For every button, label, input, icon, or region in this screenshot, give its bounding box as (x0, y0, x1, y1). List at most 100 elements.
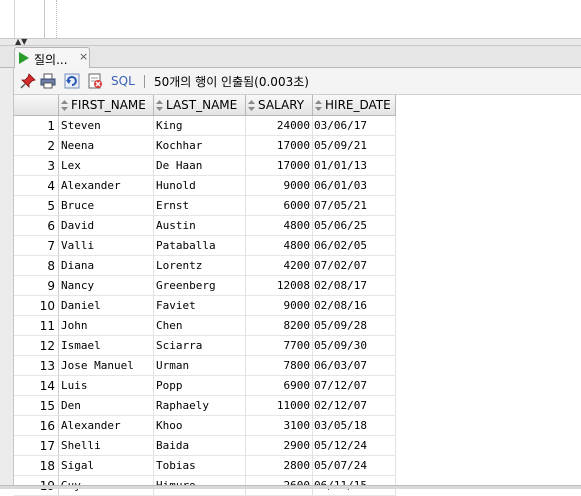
table-row[interactable]: 14 Luis Popp 6900 07/12/07 (14, 376, 396, 396)
result-grid[interactable]: FIRST_NAME LAST_NAME SALARY HIRE_DATE 1S… (14, 94, 581, 496)
column-header-first-name[interactable]: FIRST_NAME (59, 95, 154, 115)
pane-splitter[interactable] (0, 38, 581, 46)
cell-hire-date[interactable]: 02/08/16 (313, 296, 396, 316)
cell-first-name[interactable]: Sigal (59, 456, 154, 476)
cell-last-name[interactable]: Ernst (154, 196, 246, 216)
cell-salary[interactable]: 4200 (246, 256, 313, 276)
table-row[interactable]: 7 Valli Pataballa 4800 06/02/05 (14, 236, 396, 256)
cell-salary[interactable]: 4800 (246, 236, 313, 256)
cell-hire-date[interactable]: 05/12/24 (313, 436, 396, 456)
sort-icon[interactable] (248, 100, 255, 111)
sort-icon[interactable] (61, 100, 68, 111)
print-icon[interactable] (40, 73, 56, 89)
cell-first-name[interactable]: Jose Manuel (59, 356, 154, 376)
cell-last-name[interactable]: Greenberg (154, 276, 246, 296)
horizontal-scrollbar[interactable] (0, 485, 581, 489)
cell-hire-date[interactable]: 01/01/13 (313, 156, 396, 176)
cell-last-name[interactable]: Kochhar (154, 136, 246, 156)
cell-hire-date[interactable]: 07/05/21 (313, 196, 396, 216)
cell-first-name[interactable]: Daniel (59, 296, 154, 316)
cell-hire-date[interactable]: 06/02/05 (313, 236, 396, 256)
cell-first-name[interactable]: Bruce (59, 196, 154, 216)
cell-salary[interactable]: 3100 (246, 416, 313, 436)
table-row[interactable]: 11 John Chen 8200 05/09/28 (14, 316, 396, 336)
table-row[interactable]: 1 Steven King 24000 03/06/17 (14, 116, 396, 136)
cell-salary[interactable]: 7700 (246, 336, 313, 356)
sort-icon[interactable] (315, 100, 322, 111)
sql-editor[interactable] (0, 0, 581, 38)
table-row[interactable]: 8 Diana Lorentz 4200 07/02/07 (14, 256, 396, 276)
table-row[interactable]: 9 Nancy Greenberg 12008 02/08/17 (14, 276, 396, 296)
cell-first-name[interactable]: Alexander (59, 176, 154, 196)
cell-hire-date[interactable]: 05/09/21 (313, 136, 396, 156)
cell-salary[interactable]: 4800 (246, 216, 313, 236)
cell-last-name[interactable]: Chen (154, 316, 246, 336)
cell-salary[interactable]: 6900 (246, 376, 313, 396)
cell-last-name[interactable]: De Haan (154, 156, 246, 176)
cell-last-name[interactable]: Hunold (154, 176, 246, 196)
cell-first-name[interactable]: Valli (59, 236, 154, 256)
cell-first-name[interactable]: Luis (59, 376, 154, 396)
cell-hire-date[interactable]: 06/03/07 (313, 356, 396, 376)
table-row[interactable]: 16 Alexander Khoo 3100 03/05/18 (14, 416, 396, 436)
cell-salary[interactable]: 9000 (246, 296, 313, 316)
cell-first-name[interactable]: John (59, 316, 154, 336)
tab-query-result[interactable]: 질의... × (14, 47, 90, 68)
cell-hire-date[interactable]: 03/05/18 (313, 416, 396, 436)
close-icon[interactable]: × (79, 50, 88, 63)
table-row[interactable]: 5 Bruce Ernst 6000 07/05/21 (14, 196, 396, 216)
table-row[interactable]: 17 Shelli Baida 2900 05/12/24 (14, 436, 396, 456)
table-row[interactable]: 15 Den Raphaely 11000 02/12/07 (14, 396, 396, 416)
cell-salary[interactable]: 9000 (246, 176, 313, 196)
table-row[interactable]: 10 Daniel Faviet 9000 02/08/16 (14, 296, 396, 316)
cell-first-name[interactable]: Shelli (59, 436, 154, 456)
table-row[interactable]: 13 Jose Manuel Urman 7800 06/03/07 (14, 356, 396, 376)
table-row[interactable]: 4 Alexander Hunold 9000 06/01/03 (14, 176, 396, 196)
cell-first-name[interactable]: Alexander (59, 416, 154, 436)
refresh-icon[interactable] (64, 73, 80, 89)
cell-first-name[interactable]: Diana (59, 256, 154, 276)
column-header-last-name[interactable]: LAST_NAME (154, 95, 246, 115)
cell-salary[interactable]: 2900 (246, 436, 313, 456)
cell-hire-date[interactable]: 06/01/03 (313, 176, 396, 196)
cell-hire-date[interactable]: 05/09/30 (313, 336, 396, 356)
sort-icon[interactable] (156, 100, 163, 111)
cell-last-name[interactable]: Tobias (154, 456, 246, 476)
table-row[interactable]: 18 Sigal Tobias 2800 05/07/24 (14, 456, 396, 476)
cell-first-name[interactable]: Den (59, 396, 154, 416)
cell-first-name[interactable]: Ismael (59, 336, 154, 356)
cell-last-name[interactable]: Faviet (154, 296, 246, 316)
cell-hire-date[interactable]: 05/06/25 (313, 216, 396, 236)
cell-hire-date[interactable]: 02/08/17 (313, 276, 396, 296)
cell-salary[interactable]: 11000 (246, 396, 313, 416)
cell-last-name[interactable]: Austin (154, 216, 246, 236)
cell-last-name[interactable]: Baida (154, 436, 246, 456)
cell-salary[interactable]: 2800 (246, 456, 313, 476)
column-header-hire-date[interactable]: HIRE_DATE (313, 95, 396, 115)
cell-hire-date[interactable]: 07/02/07 (313, 256, 396, 276)
cell-salary[interactable]: 17000 (246, 156, 313, 176)
cell-hire-date[interactable]: 05/07/24 (313, 456, 396, 476)
cell-last-name[interactable]: Lorentz (154, 256, 246, 276)
cell-first-name[interactable]: Neena (59, 136, 154, 156)
cell-first-name[interactable]: David (59, 216, 154, 236)
cell-salary[interactable]: 12008 (246, 276, 313, 296)
cell-salary[interactable]: 8200 (246, 316, 313, 336)
table-row[interactable]: 12 Ismael Sciarra 7700 05/09/30 (14, 336, 396, 356)
table-row[interactable]: 2 Neena Kochhar 17000 05/09/21 (14, 136, 396, 156)
cell-last-name[interactable]: Khoo (154, 416, 246, 436)
cell-last-name[interactable]: Raphaely (154, 396, 246, 416)
cell-last-name[interactable]: King (154, 116, 246, 136)
splitter-arrows-icon[interactable]: ▲▼ (15, 38, 27, 46)
cell-salary[interactable]: 7800 (246, 356, 313, 376)
export-icon[interactable] (87, 73, 103, 89)
column-header-salary[interactable]: SALARY (246, 95, 313, 115)
table-row[interactable]: 6 David Austin 4800 05/06/25 (14, 216, 396, 236)
sql-link[interactable]: SQL (111, 74, 135, 88)
cell-hire-date[interactable]: 03/06/17 (313, 116, 396, 136)
cell-last-name[interactable]: Popp (154, 376, 246, 396)
cell-first-name[interactable]: Lex (59, 156, 154, 176)
cell-salary[interactable]: 6000 (246, 196, 313, 216)
cell-salary[interactable]: 17000 (246, 136, 313, 156)
table-row[interactable]: 3 Lex De Haan 17000 01/01/13 (14, 156, 396, 176)
